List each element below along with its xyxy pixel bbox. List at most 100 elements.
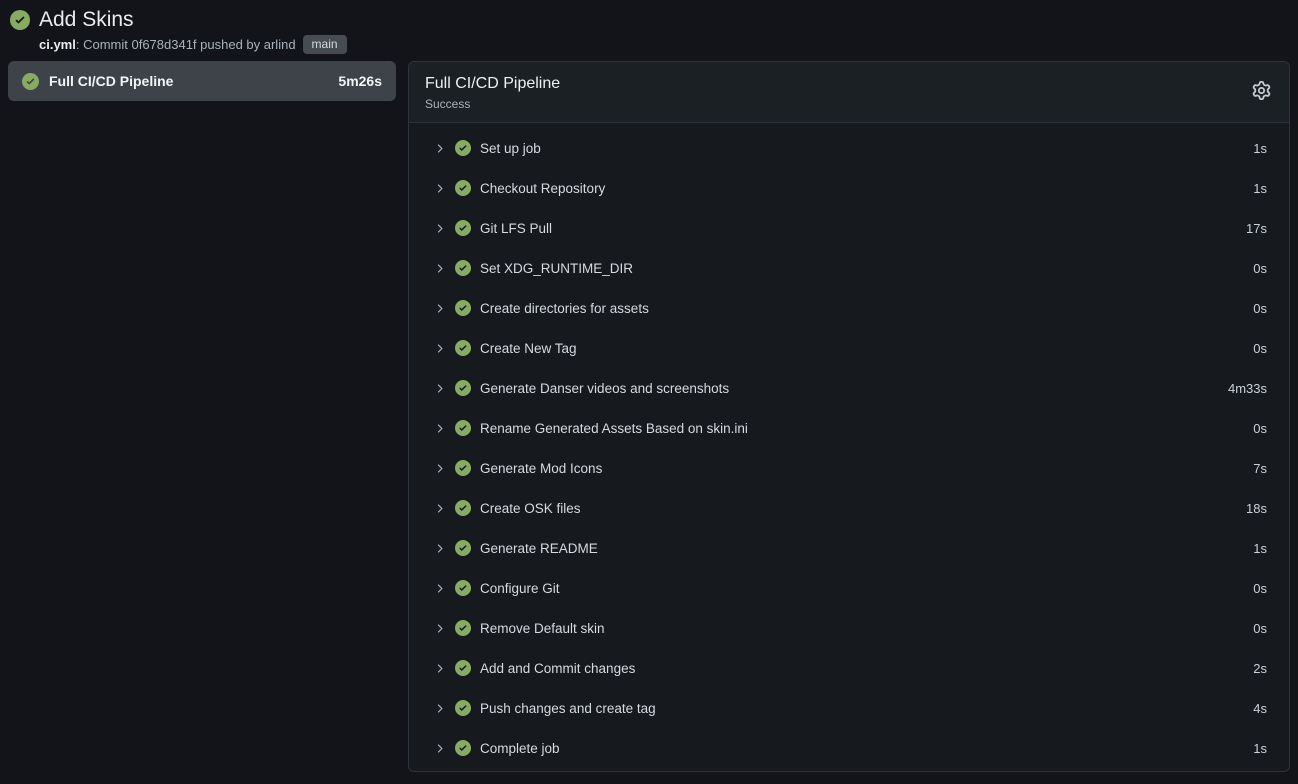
step-row[interactable]: Git LFS Pull 17s: [409, 208, 1289, 248]
step-duration: 1s: [1253, 741, 1267, 756]
step-row[interactable]: Checkout Repository 1s: [409, 168, 1289, 208]
step-label: Create directories for assets: [480, 301, 649, 316]
run-header: Add Skins ci.yml: Commit 0f678d341f push…: [0, 0, 1298, 54]
chevron-right-icon[interactable]: [433, 302, 446, 315]
job-detail-header: Full CI/CD Pipeline Success: [409, 62, 1289, 123]
check-circle-icon: [455, 140, 471, 156]
step-label: Create OSK files: [480, 501, 581, 516]
chevron-right-icon[interactable]: [433, 262, 446, 275]
step-label: Set XDG_RUNTIME_DIR: [480, 261, 633, 276]
chevron-right-icon[interactable]: [433, 222, 446, 235]
workflow-file: ci.yml: [39, 37, 76, 52]
check-circle-icon: [455, 620, 471, 636]
check-circle-icon: [455, 220, 471, 236]
check-circle-icon: [455, 700, 471, 716]
step-label: Checkout Repository: [480, 181, 605, 196]
step-label: Add and Commit changes: [480, 661, 635, 676]
chevron-right-icon[interactable]: [433, 182, 446, 195]
job-detail-panel: Full CI/CD Pipeline Success Set up job 1…: [408, 61, 1290, 772]
chevron-right-icon[interactable]: [433, 662, 446, 675]
step-row[interactable]: Configure Git 0s: [409, 568, 1289, 608]
step-label: Create New Tag: [480, 341, 577, 356]
step-row[interactable]: Set up job 1s: [409, 128, 1289, 168]
chevron-right-icon[interactable]: [433, 702, 446, 715]
check-circle-icon: [455, 180, 471, 196]
step-duration: 1s: [1253, 141, 1267, 156]
check-circle-icon: [22, 73, 39, 90]
step-label: Rename Generated Assets Based on skin.in…: [480, 421, 748, 436]
job-name: Full CI/CD Pipeline: [49, 73, 173, 89]
sidebar-job-item[interactable]: Full CI/CD Pipeline 5m26s: [8, 61, 396, 101]
chevron-right-icon[interactable]: [433, 502, 446, 515]
step-label: Generate README: [480, 541, 598, 556]
step-duration: 0s: [1253, 621, 1267, 636]
step-row[interactable]: Generate Danser videos and screenshots 4…: [409, 368, 1289, 408]
step-duration: 18s: [1246, 501, 1267, 516]
step-duration: 0s: [1253, 341, 1267, 356]
check-circle-icon: [10, 10, 30, 35]
step-row[interactable]: Generate Mod Icons 7s: [409, 448, 1289, 488]
check-circle-icon: [455, 380, 471, 396]
step-row[interactable]: Set XDG_RUNTIME_DIR 0s: [409, 248, 1289, 288]
step-duration: 0s: [1253, 421, 1267, 436]
settings-button[interactable]: [1250, 79, 1273, 105]
check-circle-icon: [455, 500, 471, 516]
step-duration: 4s: [1253, 701, 1267, 716]
step-duration: 2s: [1253, 661, 1267, 676]
step-label: Generate Danser videos and screenshots: [480, 381, 729, 396]
chevron-right-icon[interactable]: [433, 422, 446, 435]
commit-summary: ci.yml: Commit 0f678d341f pushed by arli…: [39, 37, 296, 52]
chevron-right-icon[interactable]: [433, 142, 446, 155]
step-row[interactable]: Remove Default skin 0s: [409, 608, 1289, 648]
step-duration: 1s: [1253, 541, 1267, 556]
step-row[interactable]: Create OSK files 18s: [409, 488, 1289, 528]
step-duration: 0s: [1253, 581, 1267, 596]
chevron-right-icon[interactable]: [433, 342, 446, 355]
run-title: Add Skins: [39, 7, 347, 33]
gear-icon: [1252, 81, 1271, 103]
step-row[interactable]: Rename Generated Assets Based on skin.in…: [409, 408, 1289, 448]
steps-list: Set up job 1s Checkout Repository 1s: [409, 123, 1289, 772]
step-duration: 0s: [1253, 301, 1267, 316]
step-row[interactable]: Create New Tag 0s: [409, 328, 1289, 368]
step-duration: 17s: [1246, 221, 1267, 236]
step-label: Push changes and create tag: [480, 701, 656, 716]
step-label: Set up job: [480, 141, 541, 156]
step-label: Generate Mod Icons: [480, 461, 602, 476]
step-row[interactable]: Complete job 1s: [409, 728, 1289, 768]
chevron-right-icon[interactable]: [433, 622, 446, 635]
chevron-right-icon[interactable]: [433, 582, 446, 595]
run-header-text: Add Skins ci.yml: Commit 0f678d341f push…: [39, 7, 347, 54]
step-row[interactable]: Generate README 1s: [409, 528, 1289, 568]
run-subline: ci.yml: Commit 0f678d341f pushed by arli…: [39, 35, 347, 54]
step-duration: 0s: [1253, 261, 1267, 276]
step-label: Git LFS Pull: [480, 221, 552, 236]
step-label: Configure Git: [480, 581, 560, 596]
check-circle-icon: [455, 260, 471, 276]
chevron-right-icon[interactable]: [433, 542, 446, 555]
step-row[interactable]: Push changes and create tag 4s: [409, 688, 1289, 728]
step-row[interactable]: Add and Commit changes 2s: [409, 648, 1289, 688]
check-circle-icon: [455, 300, 471, 316]
check-circle-icon: [455, 660, 471, 676]
step-row[interactable]: Create directories for assets 0s: [409, 288, 1289, 328]
check-circle-icon: [455, 340, 471, 356]
job-detail-titles: Full CI/CD Pipeline Success: [425, 74, 560, 111]
step-duration: 1s: [1253, 181, 1267, 196]
chevron-right-icon[interactable]: [433, 382, 446, 395]
step-label: Remove Default skin: [480, 621, 605, 636]
check-circle-icon: [455, 420, 471, 436]
branch-badge[interactable]: main: [303, 35, 347, 54]
chevron-right-icon[interactable]: [433, 462, 446, 475]
step-duration: 4m33s: [1228, 381, 1267, 396]
check-circle-icon: [455, 540, 471, 556]
job-duration: 5m26s: [338, 73, 382, 89]
job-detail-title: Full CI/CD Pipeline: [425, 74, 560, 94]
chevron-right-icon[interactable]: [433, 742, 446, 755]
check-circle-icon: [455, 580, 471, 596]
check-circle-icon: [455, 460, 471, 476]
job-status-text: Success: [425, 97, 560, 111]
check-circle-icon: [455, 740, 471, 756]
commit-text: : Commit 0f678d341f pushed by arlind: [76, 37, 296, 52]
step-duration: 7s: [1253, 461, 1267, 476]
